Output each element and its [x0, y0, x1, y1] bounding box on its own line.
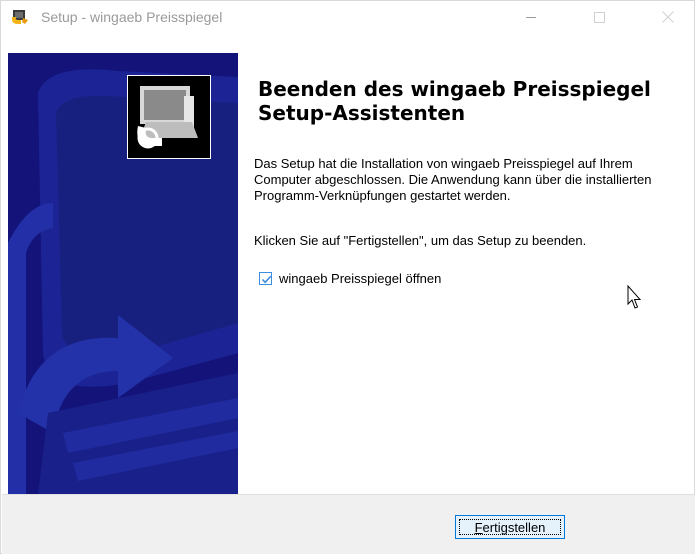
finish-button-label: ertigstellen — [482, 519, 546, 535]
wizard-content: Beenden des wingaeb Preisspiegel Setup-A… — [238, 53, 688, 494]
maximize-icon — [594, 12, 605, 23]
page-heading: Beenden des wingaeb Preisspiegel Setup-A… — [258, 77, 651, 125]
minimize-button[interactable] — [509, 1, 555, 33]
finish-instruction-text: Klicken Sie auf "Fertigstellen", um das … — [254, 233, 587, 248]
minimize-icon — [526, 17, 536, 18]
finish-button[interactable]: Fertigstellen — [455, 515, 565, 539]
computer-setup-icon — [127, 75, 211, 159]
open-app-checkbox[interactable] — [259, 272, 272, 285]
setup-window: Setup - wingaeb Preisspiegel Beenden des… — [0, 0, 695, 554]
title-bar[interactable]: Setup - wingaeb Preisspiegel — [1, 1, 694, 33]
finish-button-mnemonic: F — [474, 519, 483, 535]
completion-info-text: Das Setup hat die Installation von winga… — [254, 156, 652, 203]
maximize-button[interactable] — [578, 1, 624, 33]
checkmark-icon — [261, 275, 272, 284]
window-title: Setup - wingaeb Preisspiegel — [41, 9, 223, 25]
open-app-checkbox-label[interactable]: wingaeb Preisspiegel öffnen — [279, 271, 441, 286]
setup-app-icon — [10, 8, 30, 26]
close-button[interactable] — [646, 1, 692, 33]
wizard-banner — [8, 53, 238, 494]
close-icon — [662, 11, 674, 23]
mouse-cursor-icon — [627, 285, 641, 309]
wizard-footer: Fertigstellen — [2, 494, 695, 554]
